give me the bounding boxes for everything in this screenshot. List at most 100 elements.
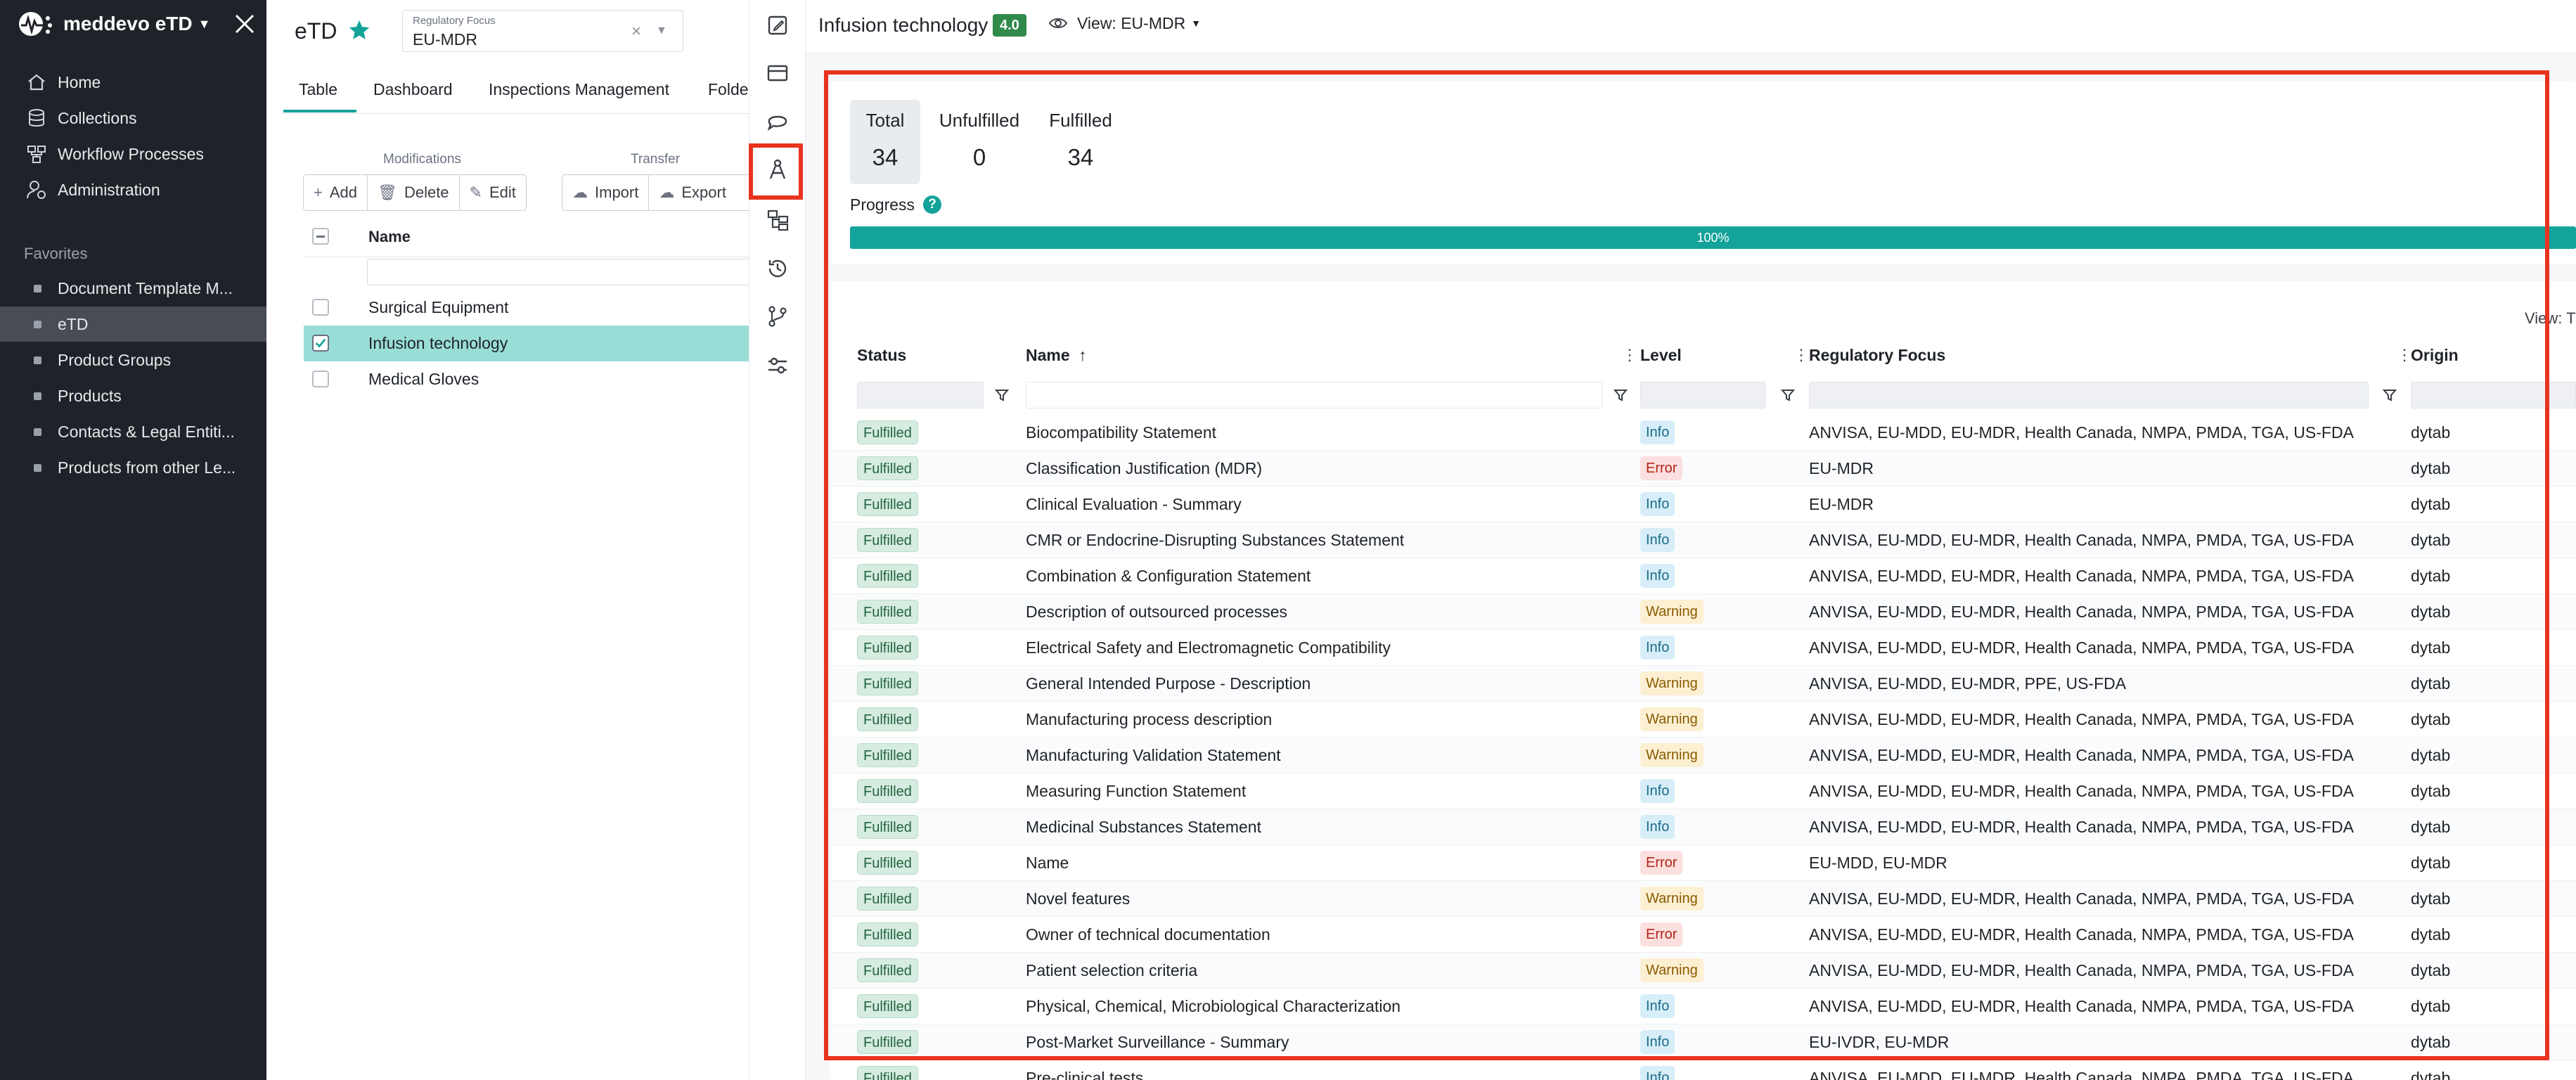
branch-icon[interactable] [764,302,792,330]
star-icon[interactable] [347,18,371,42]
favorite-contacts[interactable]: Contacts & Legal Entiti... [0,414,266,449]
level-filter-input[interactable] [1640,382,1765,409]
table-row[interactable]: Fulfilled Combination & Configuration Sta… [830,558,2576,594]
card-icon[interactable] [764,59,792,87]
requirement-name: Classification Justification (MDR) [1026,459,1263,477]
history-icon[interactable] [764,255,792,283]
table-row-selected[interactable]: Infusion technology [304,326,749,361]
table-row[interactable]: Fulfilled Biocompatibility Statement Info A… [830,415,2576,451]
table-row[interactable]: Fulfilled Novel features Warning ANVISA, EU… [830,881,2576,917]
status-badge: Fulfilled [857,528,918,552]
status-badge: Fulfilled [857,636,918,660]
regulatory-focus-filter-input[interactable] [1809,382,2369,409]
column-menu-icon[interactable]: ⋮ [2397,346,2412,364]
edit-icon[interactable] [764,11,792,39]
level-badge: Info [1640,528,1675,552]
close-icon[interactable] [231,10,259,38]
table-row[interactable]: Fulfilled Clinical Evaluation - Summary In… [830,487,2576,522]
filter-icon[interactable] [993,387,1010,404]
tab-folders[interactable]: Folde [708,80,749,112]
requirement-name: CMR or Endocrine-Disrupting Substances S… [1026,531,1405,549]
table-row[interactable]: Medical Gloves [304,361,749,397]
favorite-etd[interactable]: eTD [0,307,266,342]
nav-workflow-processes[interactable]: Workflow Processes [25,136,257,172]
edit-button[interactable]: ✎ Edit [460,175,526,210]
origin-filter-input[interactable] [2411,382,2576,409]
requirement-name: General Intended Purpose - Description [1026,674,1311,693]
favorite-document-template[interactable]: Document Template M... [0,271,266,306]
table-row[interactable]: Fulfilled CMR or Endocrine-Disrupting Sub… [830,522,2576,558]
tab-inspections-management[interactable]: Inspections Management [489,80,669,112]
column-header-name[interactable]: Name ↑ [1026,346,1087,365]
filter-icon[interactable] [1612,387,1629,404]
table-row[interactable]: Fulfilled Electrical Safety and Electroma… [830,630,2576,666]
structure-icon[interactable] [764,205,792,233]
column-menu-icon[interactable]: ⋮ [1622,346,1637,364]
add-button[interactable]: + Add [304,175,368,210]
stat-value: 34 [872,144,899,170]
row-checkbox[interactable] [312,299,329,316]
regulatory-focus-select[interactable]: Regulatory Focus EU-MDR × ▼ [402,10,683,52]
favorite-products-other[interactable]: Products from other Le... [0,450,266,485]
table-row[interactable]: Surgical Equipment [304,290,749,326]
table-row[interactable]: Fulfilled Patient selection criteria Warni… [830,953,2576,989]
table-row[interactable]: Fulfilled General Intended Purpose - Desc… [830,666,2576,702]
column-header-level[interactable]: Level [1640,346,1682,365]
column-header-regulatory-focus[interactable]: Regulatory Focus [1809,346,1945,365]
import-button[interactable]: ☁ Import [562,175,650,210]
table-row[interactable]: Fulfilled Description of outsourced proce… [830,594,2576,630]
favorite-product-groups[interactable]: Product Groups [0,342,266,378]
row-checkbox[interactable] [312,371,329,387]
nav-administration[interactable]: Administration [25,172,257,207]
requirement-name: Combination & Configuration Statement [1026,567,1311,585]
table-row[interactable]: Fulfilled Physical, Chemical, Microbiolog… [830,989,2576,1024]
select-all-checkbox[interactable] [312,228,329,245]
status-filter-input[interactable] [857,382,984,409]
grid-view-selector[interactable]: View: T [2525,309,2576,328]
favorite-products[interactable]: Products [0,378,266,413]
table-row[interactable]: Fulfilled Manufacturing Validation Statem… [830,738,2576,773]
filter-icon[interactable] [2381,387,2398,404]
row-checkbox-checked[interactable] [312,335,329,352]
regulatory-focus-cell: ANVISA, EU-MDD, EU-MDR, Health Canada, N… [1809,710,2354,728]
tab-table[interactable]: Table [283,80,356,112]
level-badge: Info [1640,420,1675,444]
tab-dashboard[interactable]: Dashboard [373,80,453,112]
table-row[interactable]: Fulfilled Owner of technical documentatio… [830,917,2576,953]
table-row[interactable]: Fulfilled Name Error EU-MDD, EU-MDR dytab [830,845,2576,881]
table-row[interactable]: Fulfilled Post-Market Surveillance - Summ… [830,1024,2576,1060]
requirement-name: Manufacturing Validation Statement [1026,746,1281,764]
detail-title: Infusion technology [818,14,988,36]
name-filter-input[interactable] [367,259,749,285]
column-header-origin[interactable]: Origin [2411,346,2459,365]
stat-unfulfilled[interactable]: Unfulfilled 0 [930,100,1029,184]
column-header-name[interactable]: Name [368,228,411,246]
nav-label: Administration [58,180,160,199]
settings-sliders-icon[interactable] [764,352,792,380]
view-selector[interactable]: View: EU-MDR ▼ [1048,13,1201,34]
nav-home[interactable]: Home [25,65,257,100]
name-filter-input[interactable] [1026,382,1602,409]
admin-icon [27,181,46,199]
level-badge: Info [1640,1030,1675,1054]
stat-fulfilled[interactable]: Fulfilled 34 [1038,100,1123,184]
table-row[interactable]: Fulfilled Pre-clinical tests Info ANVISA, E… [830,1060,2576,1080]
filter-icon[interactable] [1779,387,1796,404]
table-row[interactable]: Fulfilled Medicinal Substances Statement I… [830,809,2576,845]
status-badge: Fulfilled [857,420,918,444]
export-button[interactable]: ☁ Export [649,175,736,210]
comment-icon[interactable] [764,107,792,135]
stat-total[interactable]: Total 34 [850,100,920,184]
table-row[interactable]: Fulfilled Manufacturing process descripti… [830,702,2576,738]
column-header-status[interactable]: Status [857,346,906,365]
nav-collections[interactable]: Collections [25,101,257,136]
column-menu-icon[interactable]: ⋮ [1793,346,1809,364]
table-row[interactable]: Fulfilled Classification Justification (M… [830,451,2576,487]
chevron-down-icon[interactable]: ▼ [656,25,667,37]
table-row[interactable]: Fulfilled Measuring Function Statement Inf… [830,773,2576,809]
help-icon[interactable]: ? [923,195,941,214]
regulatory-focus-value: EU-MDR [413,30,477,49]
clear-icon[interactable]: × [631,22,641,41]
app-switcher[interactable]: meddevo eTD ▼ [17,10,210,38]
delete-button[interactable]: 🗑 Delete [368,175,460,210]
